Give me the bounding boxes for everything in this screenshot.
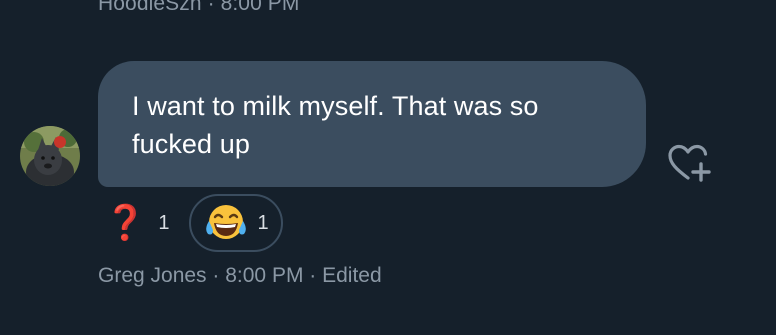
message-text: I want to milk myself. That was so fucke… xyxy=(132,91,539,159)
reactions-row: ❓ 1 1 xyxy=(98,193,283,253)
meta-separator: · xyxy=(212,264,226,287)
message-time: 8:00 PM xyxy=(225,264,304,287)
reaction-question[interactable]: ❓ 1 xyxy=(98,206,169,240)
question-mark-icon: ❓ xyxy=(104,204,147,242)
add-reaction-button[interactable] xyxy=(666,142,712,184)
sender-name[interactable]: Greg Jones xyxy=(98,264,207,287)
profile-avatar-image xyxy=(20,126,80,186)
avatar[interactable] xyxy=(20,126,80,186)
message-bubble[interactable]: I want to milk myself. That was so fucke… xyxy=(98,61,646,187)
previous-message-meta: HoodieSzn · 8:00 PM xyxy=(98,0,300,15)
reaction-count: 1 xyxy=(257,211,269,234)
reaction-laughing[interactable]: 1 xyxy=(189,194,283,252)
meta-separator: · xyxy=(309,264,323,287)
dm-conversation: HoodieSzn · 8:00 PM I want to milk mysel… xyxy=(0,0,776,335)
heart-plus-icon xyxy=(668,144,711,182)
tears-of-joy-emoji-icon xyxy=(206,205,247,239)
reaction-count: 1 xyxy=(158,211,170,234)
edited-label[interactable]: Edited xyxy=(322,264,382,287)
message-meta: Greg Jones · 8:00 PM · Edited xyxy=(98,264,382,288)
